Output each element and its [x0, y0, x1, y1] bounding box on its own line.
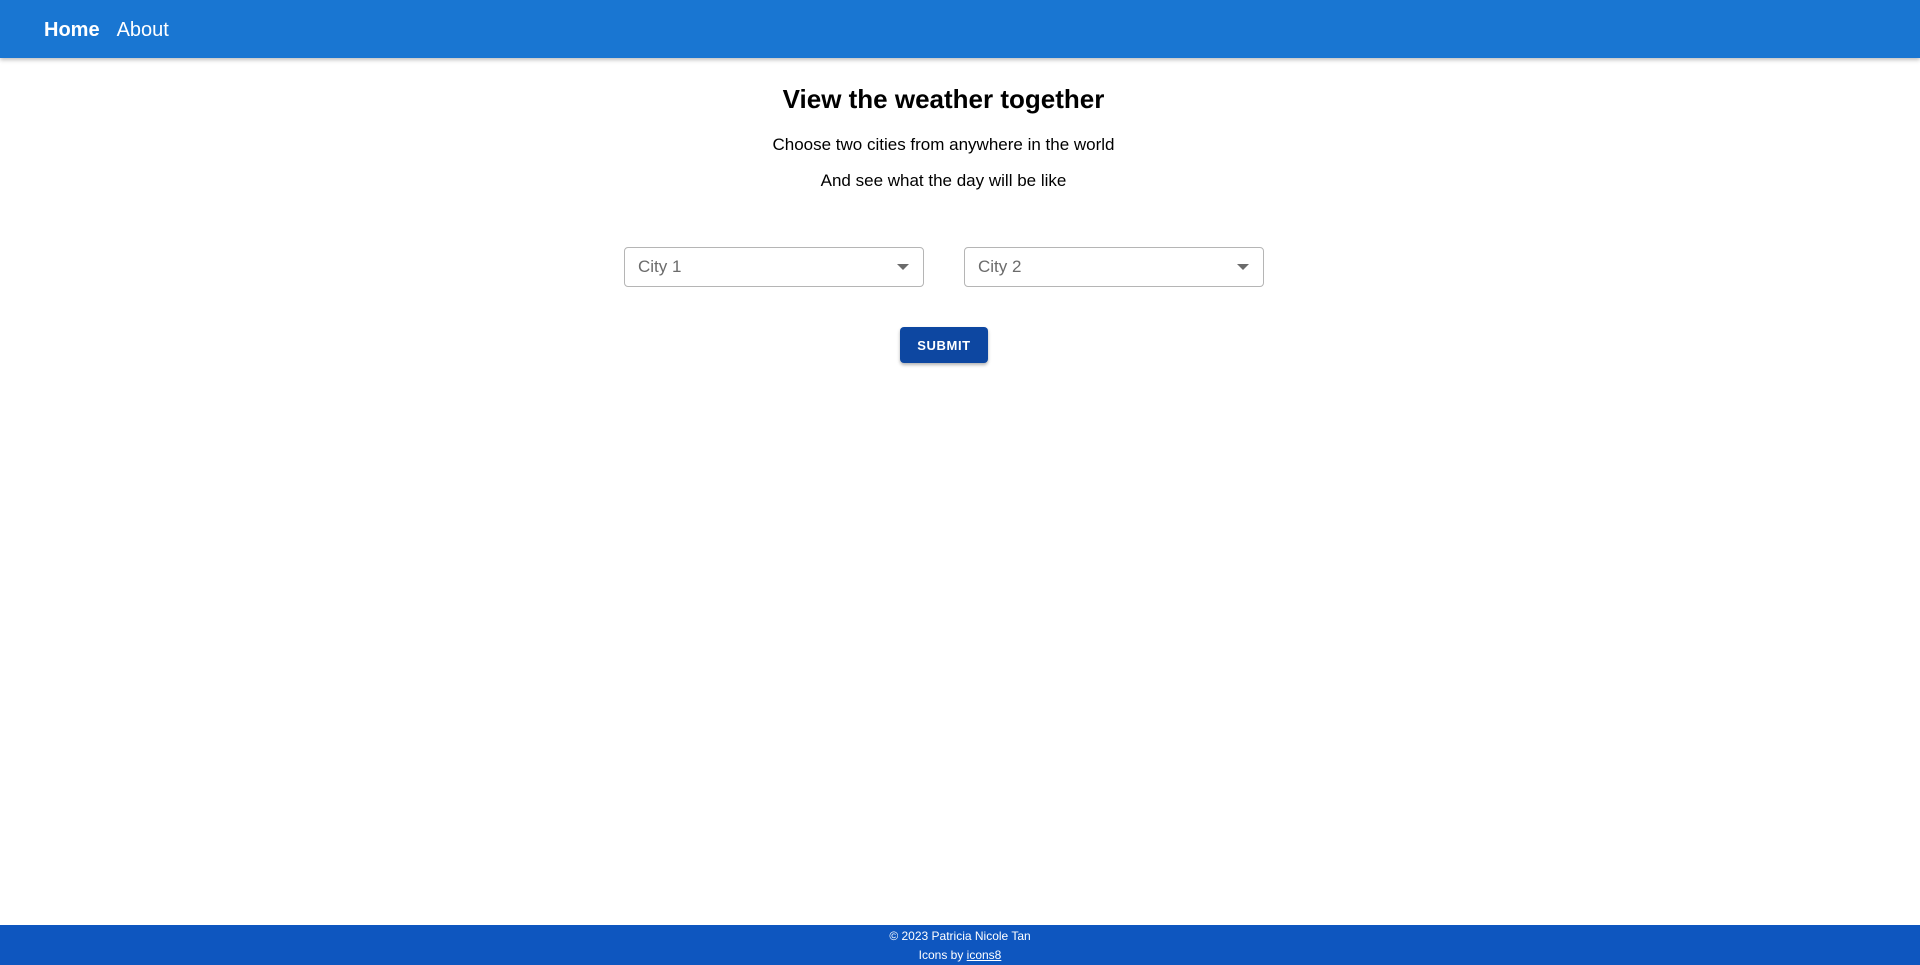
caret-down-icon — [1237, 264, 1249, 270]
footer-copyright: © 2023 Patricia Nicole Tan — [889, 929, 1031, 943]
nav-about-link[interactable]: About — [117, 0, 169, 59]
subtitle-line-2: And see what the day will be like — [820, 171, 1067, 190]
caret-down-icon — [897, 264, 909, 270]
nav-home-link[interactable]: Home — [44, 0, 100, 59]
page: Home About View the weather together Cho… — [0, 0, 1920, 965]
city-2-placeholder: City 2 — [978, 257, 1022, 276]
icons8-link[interactable]: icons8 — [967, 948, 1002, 962]
city-2-select[interactable]: City 2 — [964, 247, 1264, 287]
top-navbar: Home About — [0, 0, 1920, 58]
footer-icons-prefix: Icons by — [918, 948, 967, 962]
footer-credits: Icons by icons8 — [0, 946, 1920, 965]
page-title: View the weather together — [782, 84, 1105, 114]
submit-button[interactable]: SUBMIT — [900, 327, 988, 363]
footer: © 2023 Patricia Nicole Tan Icons by icon… — [0, 925, 1920, 965]
subtitle-line-1: Choose two cities from anywhere in the w… — [772, 135, 1115, 154]
city-1-select[interactable]: City 1 — [624, 247, 924, 287]
city-1-placeholder: City 1 — [638, 257, 682, 276]
